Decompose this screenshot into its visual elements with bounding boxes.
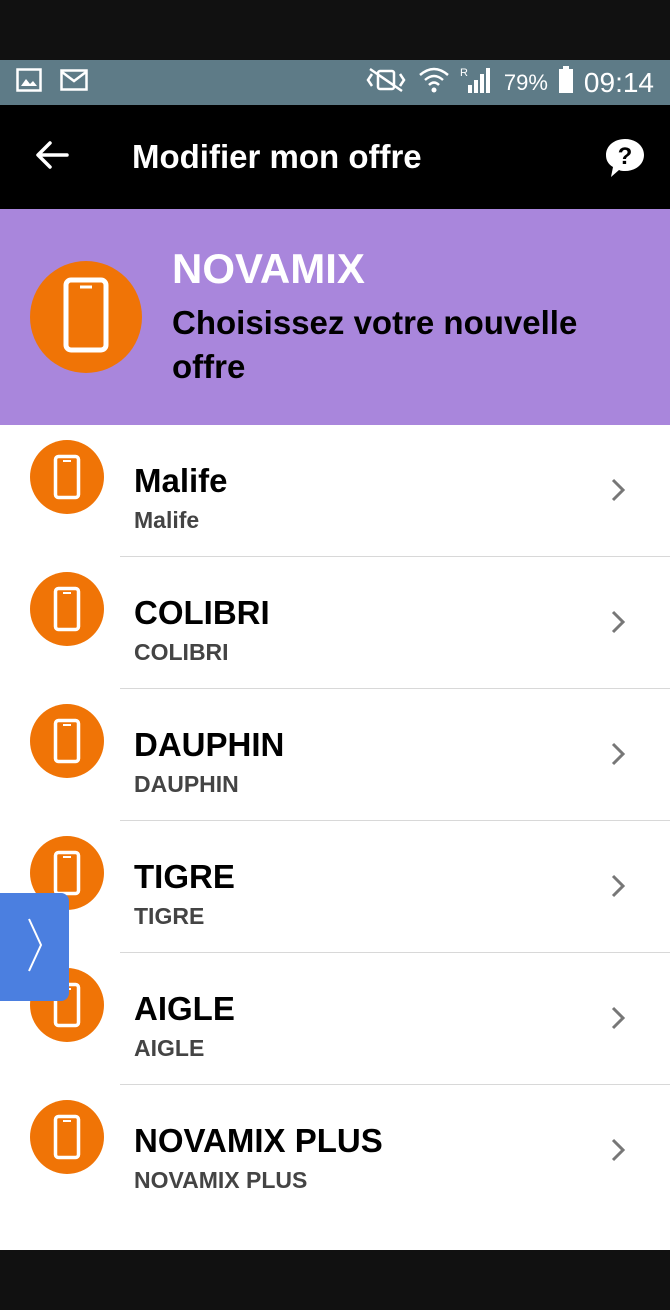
phone-icon — [30, 1100, 104, 1174]
app-bar: Modifier mon offre ? — [0, 105, 670, 209]
chevron-right-icon — [610, 1137, 626, 1168]
svg-text:R: R — [460, 67, 468, 79]
offer-title: NOVAMIX PLUS — [134, 1122, 383, 1159]
offer-subtitle: NOVAMIX PLUS — [134, 1167, 308, 1194]
system-bottom-bar — [0, 1250, 670, 1310]
list-item[interactable]: COLIBRI COLIBRI — [0, 557, 670, 689]
phone-icon — [30, 440, 104, 514]
offer-header: NOVAMIX Choisissez votre nouvelle offre — [0, 209, 670, 425]
page-title: Modifier mon offre — [132, 138, 422, 175]
list-item[interactable]: Malife Malife — [0, 425, 670, 557]
status-bar: R 79% 09:14 — [0, 60, 670, 105]
mail-icon — [60, 69, 88, 96]
offer-subtitle: Malife — [134, 507, 200, 534]
offer-subtitle: DAUPHIN — [134, 771, 239, 798]
chevron-right-icon — [610, 873, 626, 904]
chevron-right-icon — [610, 477, 626, 508]
chevron-right-icon — [610, 609, 626, 640]
list-item[interactable]: TIGRE TIGRE — [0, 821, 670, 953]
list-item[interactable]: DAUPHIN DAUPHIN — [0, 689, 670, 821]
wifi-icon — [418, 66, 450, 99]
phone-icon — [30, 572, 104, 646]
clock: 09:14 — [583, 66, 654, 98]
chevron-right-icon — [26, 915, 44, 980]
back-button[interactable] — [22, 127, 82, 187]
chevron-right-icon — [610, 741, 626, 772]
battery-percent: 79% — [503, 69, 548, 95]
header-subtitle: Choisissez votre nouvelle offre — [172, 303, 578, 386]
chevron-right-icon — [610, 1005, 626, 1036]
header-phone-badge — [30, 261, 142, 373]
offer-title: Malife — [134, 462, 228, 499]
offer-title: DAUPHIN — [134, 726, 285, 763]
list-item[interactable]: NOVAMIX PLUS NOVAMIX PLUS — [0, 1085, 670, 1217]
phone-icon — [30, 704, 104, 778]
battery-icon — [558, 66, 574, 99]
mute-vibrate-icon — [364, 66, 408, 99]
svg-text:?: ? — [618, 143, 633, 170]
side-drawer-tab[interactable] — [0, 893, 69, 1001]
header-title: NOVAMIX — [172, 245, 365, 293]
offer-subtitle: TIGRE — [134, 903, 205, 930]
arrow-left-icon — [35, 140, 69, 175]
offer-title: AIGLE — [134, 990, 235, 1027]
offer-subtitle: COLIBRI — [134, 639, 229, 666]
help-bubble-icon: ? — [604, 139, 646, 183]
signal-icon: R — [460, 65, 494, 100]
phone-icon — [63, 277, 109, 358]
image-icon — [16, 68, 42, 97]
offer-subtitle: AIGLE — [134, 1035, 205, 1062]
offer-title: TIGRE — [134, 858, 235, 895]
offer-list: Malife Malife COLIBRI COLIBRI DAUPHIN DA… — [0, 425, 670, 1250]
list-item[interactable]: AIGLE AIGLE — [0, 953, 670, 1085]
offer-title: COLIBRI — [134, 594, 270, 631]
help-button[interactable]: ? — [604, 137, 646, 179]
system-top-bar — [0, 0, 670, 60]
